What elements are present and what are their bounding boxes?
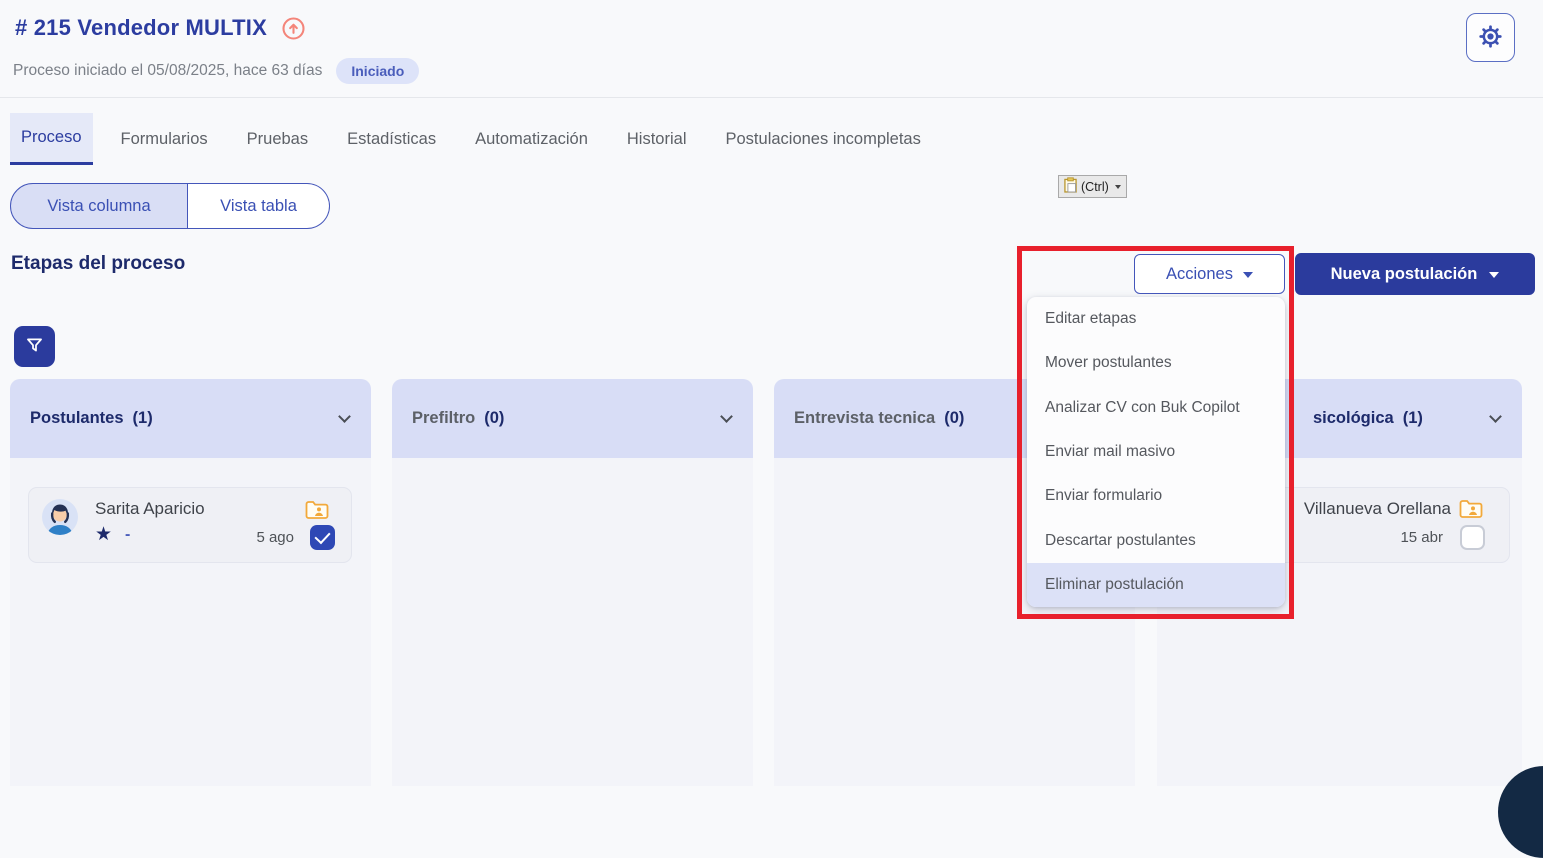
filter-funnel-icon <box>24 335 45 359</box>
chevron-down-icon[interactable] <box>338 410 351 423</box>
tab-historial[interactable]: Historial <box>616 113 698 165</box>
header-divider <box>0 97 1543 98</box>
publish-up-arrow-icon[interactable] <box>281 16 306 41</box>
view-toggle-column[interactable]: Vista columna <box>10 183 188 229</box>
tab-postulaciones-incompletas[interactable]: Postulaciones incompletas <box>715 113 932 165</box>
caret-down-icon <box>1115 185 1121 189</box>
acciones-button-label: Acciones <box>1166 265 1233 284</box>
stage-column-prefiltro: Prefiltro (0) <box>392 379 753 786</box>
stage-column-postulantes: Postulantes (1) <box>10 379 371 786</box>
candidate-name[interactable]: Sarita Aparicio <box>95 499 205 519</box>
stage-count: (0) <box>944 409 964 428</box>
chevron-down-icon[interactable] <box>1489 410 1502 423</box>
candidate-checkbox[interactable] <box>1460 525 1485 550</box>
caret-down-icon <box>1243 272 1253 278</box>
menu-item-eliminar-postulacion[interactable]: Eliminar postulación <box>1027 563 1285 607</box>
status-badge: Iniciado <box>336 58 419 84</box>
tab-automatizacion[interactable]: Automatización <box>464 113 599 165</box>
section-title: Etapas del proceso <box>11 253 185 275</box>
tab-pruebas[interactable]: Pruebas <box>236 113 319 165</box>
stage-title: Postulantes <box>30 409 124 428</box>
candidate-checkbox[interactable] <box>310 525 335 550</box>
gear-icon <box>1478 24 1503 52</box>
settings-button[interactable] <box>1466 13 1515 62</box>
stage-header[interactable]: Postulantes (1) <box>10 379 371 458</box>
application-date: 15 abr <box>1400 529 1443 546</box>
process-start-info: Proceso iniciado el 05/08/2025, hace 63 … <box>13 62 322 80</box>
menu-item-analizar-cv[interactable]: Analizar CV con Buk Copilot <box>1027 386 1285 430</box>
stage-count: (0) <box>484 409 504 428</box>
candidate-rating: ★ - <box>95 525 130 544</box>
tab-bar: Proceso Formularios Pruebas Estadísticas… <box>10 113 949 165</box>
caret-down-icon <box>1489 272 1499 278</box>
menu-item-enviar-formulario[interactable]: Enviar formulario <box>1027 474 1285 518</box>
stage-header[interactable]: Prefiltro (0) <box>392 379 753 458</box>
acciones-button[interactable]: Acciones <box>1134 254 1285 294</box>
stage-count: (1) <box>133 409 153 428</box>
stage-title: sicológica <box>1313 409 1394 428</box>
tab-formularios[interactable]: Formularios <box>110 113 219 165</box>
menu-item-enviar-mail-masivo[interactable]: Enviar mail masivo <box>1027 430 1285 474</box>
nueva-postulacion-button[interactable]: Nueva postulación <box>1295 253 1535 295</box>
stage-title: Entrevista tecnica <box>794 409 935 428</box>
chevron-down-icon[interactable] <box>720 410 733 423</box>
process-page: # 215 Vendedor MULTIX Proceso iniciado e… <box>0 0 1543 786</box>
filter-button[interactable] <box>14 326 55 367</box>
candidate-folder-icon[interactable] <box>305 500 329 525</box>
tab-estadisticas[interactable]: Estadísticas <box>336 113 447 165</box>
menu-item-mover-postulantes[interactable]: Mover postulantes <box>1027 341 1285 385</box>
page-title: # 215 Vendedor MULTIX <box>15 15 267 41</box>
candidate-card[interactable]: Sarita Aparicio ★ - 5 ago <box>28 487 352 563</box>
paste-widget-label: (Ctrl) <box>1081 180 1109 194</box>
candidate-name[interactable]: Villanueva Orellana <box>1304 499 1451 519</box>
rating-value: - <box>125 526 130 544</box>
view-toggle-table[interactable]: Vista tabla <box>188 183 330 229</box>
menu-item-descartar-postulantes[interactable]: Descartar postulantes <box>1027 518 1285 562</box>
acciones-dropdown-menu: Editar etapas Mover postulantes Analizar… <box>1027 297 1285 607</box>
clipboard-paste-icon <box>1064 177 1077 196</box>
paste-options-widget[interactable]: (Ctrl) <box>1058 175 1127 198</box>
application-date: 5 ago <box>256 529 294 546</box>
star-icon[interactable]: ★ <box>95 525 112 544</box>
menu-item-editar-etapas[interactable]: Editar etapas <box>1027 297 1285 341</box>
candidate-folder-icon[interactable] <box>1459 499 1483 524</box>
stage-title: Prefiltro <box>412 409 475 428</box>
stage-body: Sarita Aparicio ★ - 5 ago <box>10 458 371 786</box>
stage-body <box>392 458 753 786</box>
view-toggle: Vista columna Vista tabla <box>10 183 330 229</box>
nueva-postulacion-label: Nueva postulación <box>1331 265 1478 284</box>
stage-count: (1) <box>1403 409 1423 428</box>
tab-proceso[interactable]: Proceso <box>10 113 93 165</box>
avatar <box>42 499 78 540</box>
